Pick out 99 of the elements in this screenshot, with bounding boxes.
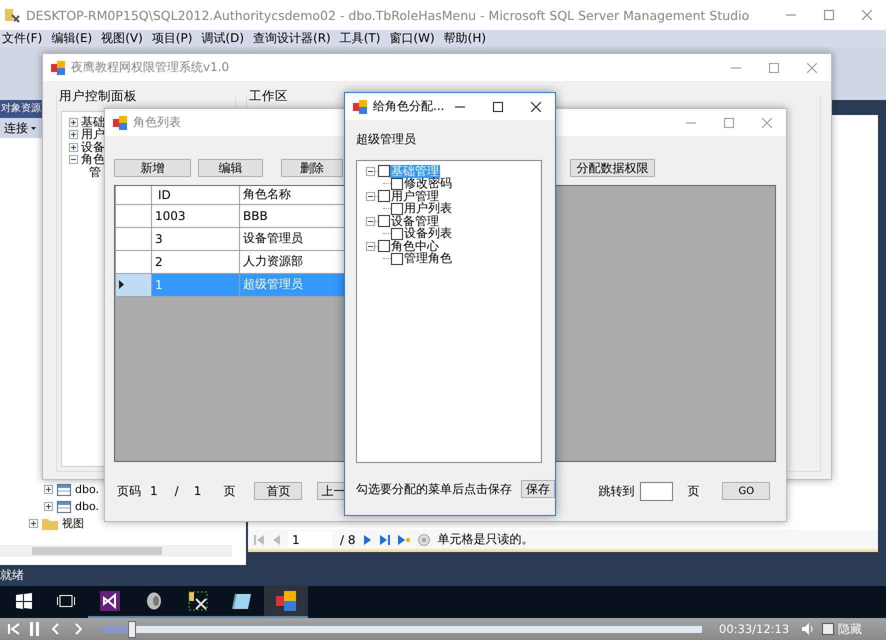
hide-checkbox[interactable] bbox=[822, 623, 834, 635]
expand-icon[interactable] bbox=[69, 118, 78, 127]
table-icon bbox=[57, 500, 71, 512]
checkbox[interactable] bbox=[391, 228, 403, 240]
hide-label: 隐藏 bbox=[838, 620, 862, 638]
window-title: 给角色分配... bbox=[373, 98, 446, 115]
close-icon[interactable] bbox=[531, 102, 541, 112]
tree-item[interactable]: 设备管理 bbox=[390, 214, 440, 228]
collapse-icon[interactable] bbox=[366, 166, 375, 176]
last-record-icon bbox=[380, 534, 390, 544]
toolbar-button[interactable]: 删除 bbox=[281, 159, 343, 177]
windows-icon bbox=[16, 593, 32, 609]
status-text: 就绪 bbox=[0, 567, 24, 584]
tree-item[interactable]: 管 bbox=[89, 164, 101, 181]
page-label: 页码 bbox=[117, 482, 141, 500]
folder-icon bbox=[42, 518, 58, 530]
checkbox[interactable] bbox=[391, 252, 403, 265]
column-header: ID bbox=[152, 186, 240, 204]
expand-icon[interactable] bbox=[69, 142, 78, 152]
current-page: 1 bbox=[150, 484, 158, 498]
new-record-icon bbox=[398, 534, 410, 544]
window-title: 夜鹰教程网权限管理系统v1.0 bbox=[71, 59, 230, 76]
table-cell: 1 bbox=[152, 273, 240, 296]
caret-icon bbox=[31, 126, 36, 130]
toolbar-button[interactable]: 新增 bbox=[114, 159, 191, 177]
tree-item[interactable]: 视图 bbox=[62, 516, 84, 531]
window-title: DESKTOP-RM0P15Q\SQL2012.Authoritycsdemo02 - dbo.TbRoleHasMenu - Microsoft SQL Server Management Studio bbox=[26, 8, 750, 22]
collapse-icon[interactable] bbox=[366, 192, 375, 201]
record-total: / 8 bbox=[340, 532, 356, 546]
tree-item[interactable]: dbo. bbox=[75, 483, 99, 496]
connect-menu[interactable]: 连接 bbox=[4, 120, 28, 136]
save-button[interactable]: 保存 bbox=[521, 480, 555, 498]
current-row-icon bbox=[119, 280, 124, 289]
time-display: 00:33/12:13 bbox=[719, 622, 790, 636]
volume-icon[interactable] bbox=[802, 623, 814, 635]
menu-item[interactable]: 查询设计器(R) bbox=[251, 30, 338, 47]
menu-item[interactable]: 调试(D) bbox=[199, 30, 252, 47]
tools-icon bbox=[188, 591, 208, 611]
taskbar-button[interactable] bbox=[264, 586, 308, 618]
page-input[interactable] bbox=[640, 482, 674, 500]
checkbox[interactable] bbox=[378, 190, 390, 202]
page-unit: 页 bbox=[687, 482, 700, 500]
expand-icon[interactable] bbox=[69, 130, 78, 140]
status-message: 单元格是只读的。 bbox=[438, 531, 534, 548]
table-cell: 1003 bbox=[152, 204, 240, 227]
menu-item[interactable]: 工具(T) bbox=[338, 30, 388, 47]
expand-icon[interactable] bbox=[29, 519, 38, 528]
goto-label: 跳转到 bbox=[598, 482, 634, 500]
collapse-icon[interactable] bbox=[366, 242, 375, 251]
previous-record-icon bbox=[272, 534, 280, 544]
page-unit: 页 bbox=[223, 482, 236, 500]
window-icon bbox=[353, 100, 367, 114]
group-title: 工作区 bbox=[247, 88, 288, 105]
tree-item[interactable]: dbo. bbox=[75, 500, 99, 513]
pause-icon[interactable] bbox=[30, 622, 40, 636]
checkbox[interactable] bbox=[378, 215, 390, 228]
menu-item[interactable]: 窗口(W) bbox=[387, 30, 442, 47]
page-separator: / bbox=[174, 484, 179, 498]
go-button[interactable]: GO bbox=[722, 482, 770, 500]
notepad-icon bbox=[232, 592, 252, 610]
group-title: 用户控制面板 bbox=[57, 88, 137, 105]
menu-item[interactable]: 编辑(E) bbox=[49, 30, 100, 47]
table-cell: 3 bbox=[152, 227, 240, 250]
expand-icon[interactable] bbox=[44, 485, 53, 494]
horizontal-scrollbar[interactable] bbox=[0, 545, 232, 557]
window-icon bbox=[276, 591, 296, 611]
stop-icon bbox=[418, 534, 430, 546]
next-record-icon bbox=[364, 534, 372, 544]
previous-icon[interactable] bbox=[52, 623, 59, 635]
toolbar-button[interactable]: 分配数据权限 bbox=[570, 159, 655, 177]
collapse-icon[interactable] bbox=[366, 216, 375, 226]
tree-item[interactable]: 用户管理 bbox=[390, 190, 440, 203]
skip-back-icon[interactable] bbox=[8, 623, 20, 635]
menu-item[interactable]: 文件(F) bbox=[0, 30, 50, 47]
maximize-icon[interactable] bbox=[493, 102, 503, 112]
role-name: 超级管理员 bbox=[356, 131, 417, 148]
total-pages: 1 bbox=[194, 484, 202, 498]
checkbox[interactable] bbox=[378, 240, 390, 252]
record-field[interactable]: 1 bbox=[288, 531, 332, 548]
progress-thumb[interactable] bbox=[128, 620, 136, 638]
expand-icon[interactable] bbox=[44, 502, 53, 511]
table-icon bbox=[57, 484, 71, 496]
table-cell: 2 bbox=[152, 250, 240, 273]
checkbox[interactable] bbox=[391, 202, 403, 215]
collapse-icon[interactable] bbox=[69, 155, 78, 164]
hint-text: 勾选要分配的菜单后点击保存 bbox=[356, 480, 512, 498]
window-icon bbox=[51, 60, 65, 74]
task-view-icon bbox=[57, 595, 75, 607]
first-record-icon bbox=[254, 534, 264, 544]
menu-item[interactable]: 视图(V) bbox=[99, 30, 150, 47]
checkbox[interactable] bbox=[378, 165, 390, 178]
toolbar-button[interactable]: 编辑 bbox=[198, 159, 263, 177]
menu-item[interactable]: 帮助(H) bbox=[442, 30, 494, 47]
next-icon[interactable] bbox=[75, 623, 82, 635]
window-icon bbox=[113, 116, 127, 130]
menu-item[interactable]: 项目(P) bbox=[150, 30, 200, 47]
checkbox[interactable] bbox=[391, 178, 403, 190]
tree-item[interactable]: 角色中心 bbox=[390, 240, 440, 253]
first-page-button[interactable]: 首页 bbox=[254, 482, 302, 500]
